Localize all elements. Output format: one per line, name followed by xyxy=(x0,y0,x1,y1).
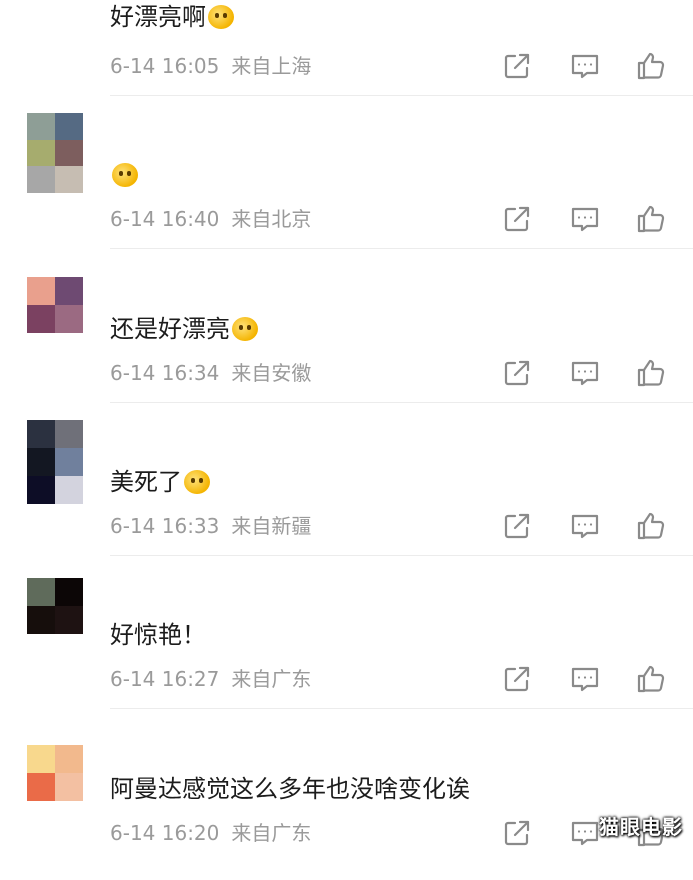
comment-actions xyxy=(498,202,678,236)
divider xyxy=(110,248,693,249)
share-icon[interactable] xyxy=(500,662,534,696)
comment-icon[interactable] xyxy=(568,509,602,543)
comment-icon[interactable] xyxy=(568,662,602,696)
location: 来自北京 xyxy=(231,207,312,231)
share-icon[interactable] xyxy=(500,509,534,543)
timestamp: 6-14 16:34 xyxy=(110,361,220,385)
share-icon[interactable] xyxy=(500,49,534,83)
comment-text xyxy=(110,160,138,190)
comment-actions xyxy=(498,356,678,390)
comment-list: 好漂亮啊 6-14 16:05 来自上海 6-14 16:40 来自北京还是好漂亮 6-1… xyxy=(0,0,693,852)
comment-actions xyxy=(498,509,678,543)
comment-icon[interactable] xyxy=(568,816,602,850)
comment-icon[interactable] xyxy=(568,49,602,83)
comment-item: 美死了 6-14 16:33 来自新疆 xyxy=(0,420,693,573)
comment-meta: 6-14 16:20 来自广东 xyxy=(110,821,311,845)
comment-item: 6-14 16:40 来自北京 xyxy=(0,113,693,266)
comment-item: 好惊艳！ 6-14 16:27 来自广东 xyxy=(0,573,693,726)
thumbs-up-icon[interactable] xyxy=(634,662,668,696)
divider xyxy=(110,95,693,96)
watermark: 猫眼电影 xyxy=(599,815,683,839)
location: 来自新疆 xyxy=(231,514,312,538)
comment-actions xyxy=(498,49,678,83)
comment-actions xyxy=(498,662,678,696)
comment-item: 阿曼达感觉这么多年也没啥变化诶 6-14 16:20 来自广东 xyxy=(0,727,693,880)
heart-eyes-emoji xyxy=(184,470,210,494)
comment-meta: 6-14 16:40 来自北京 xyxy=(110,207,311,231)
comment-text: 阿曼达感觉这么多年也没啥变化诶 xyxy=(110,774,470,804)
thumbs-up-icon[interactable] xyxy=(634,356,668,390)
comment-text: 美死了 xyxy=(110,467,210,497)
timestamp: 6-14 16:40 xyxy=(110,207,220,231)
thumbs-up-icon[interactable] xyxy=(634,509,668,543)
timestamp: 6-14 16:33 xyxy=(110,514,220,538)
location: 来自上海 xyxy=(231,54,312,78)
share-icon[interactable] xyxy=(500,816,534,850)
comment-text: 好漂亮啊 xyxy=(110,2,234,32)
divider xyxy=(110,402,693,403)
comment-item: 还是好漂亮 6-14 16:34 来自安徽 xyxy=(0,267,693,420)
divider xyxy=(110,555,693,556)
thumbs-up-icon[interactable] xyxy=(634,49,668,83)
comment-body: 美死了 xyxy=(110,468,182,496)
thumbs-up-icon[interactable] xyxy=(634,202,668,236)
timestamp: 6-14 16:05 xyxy=(110,54,220,78)
comment-body: 好漂亮啊 xyxy=(110,3,206,31)
comment-meta: 6-14 16:34 来自安徽 xyxy=(110,361,311,385)
comment-icon[interactable] xyxy=(568,202,602,236)
drooling-emoji xyxy=(232,317,258,341)
comment-meta: 6-14 16:33 来自新疆 xyxy=(110,514,311,538)
comment-text: 还是好漂亮 xyxy=(110,314,258,344)
comment-meta: 6-14 16:27 来自广东 xyxy=(110,667,311,691)
comment-body: 阿曼达感觉这么多年也没啥变化诶 xyxy=(110,775,470,803)
location: 来自广东 xyxy=(231,667,312,691)
avatar[interactable] xyxy=(27,420,83,504)
divider xyxy=(110,708,693,709)
avatar[interactable] xyxy=(27,113,83,193)
share-icon[interactable] xyxy=(500,202,534,236)
timestamp: 6-14 16:27 xyxy=(110,667,220,691)
cute-pig-emoji xyxy=(112,163,138,187)
comment-icon[interactable] xyxy=(568,356,602,390)
crying-smile-emoji xyxy=(208,5,234,29)
location: 来自安徽 xyxy=(231,361,312,385)
comment-text: 好惊艳！ xyxy=(110,620,206,650)
comment-body: 还是好漂亮 xyxy=(110,315,230,343)
comment-meta: 6-14 16:05 来自上海 xyxy=(110,54,311,78)
avatar[interactable] xyxy=(27,745,83,801)
avatar[interactable] xyxy=(27,578,83,634)
timestamp: 6-14 16:20 xyxy=(110,821,220,845)
share-icon[interactable] xyxy=(500,356,534,390)
comment-item: 好漂亮啊 6-14 16:05 来自上海 xyxy=(0,0,693,113)
avatar[interactable] xyxy=(27,277,83,333)
location: 来自广东 xyxy=(231,821,312,845)
comment-body: 好惊艳！ xyxy=(110,621,206,649)
